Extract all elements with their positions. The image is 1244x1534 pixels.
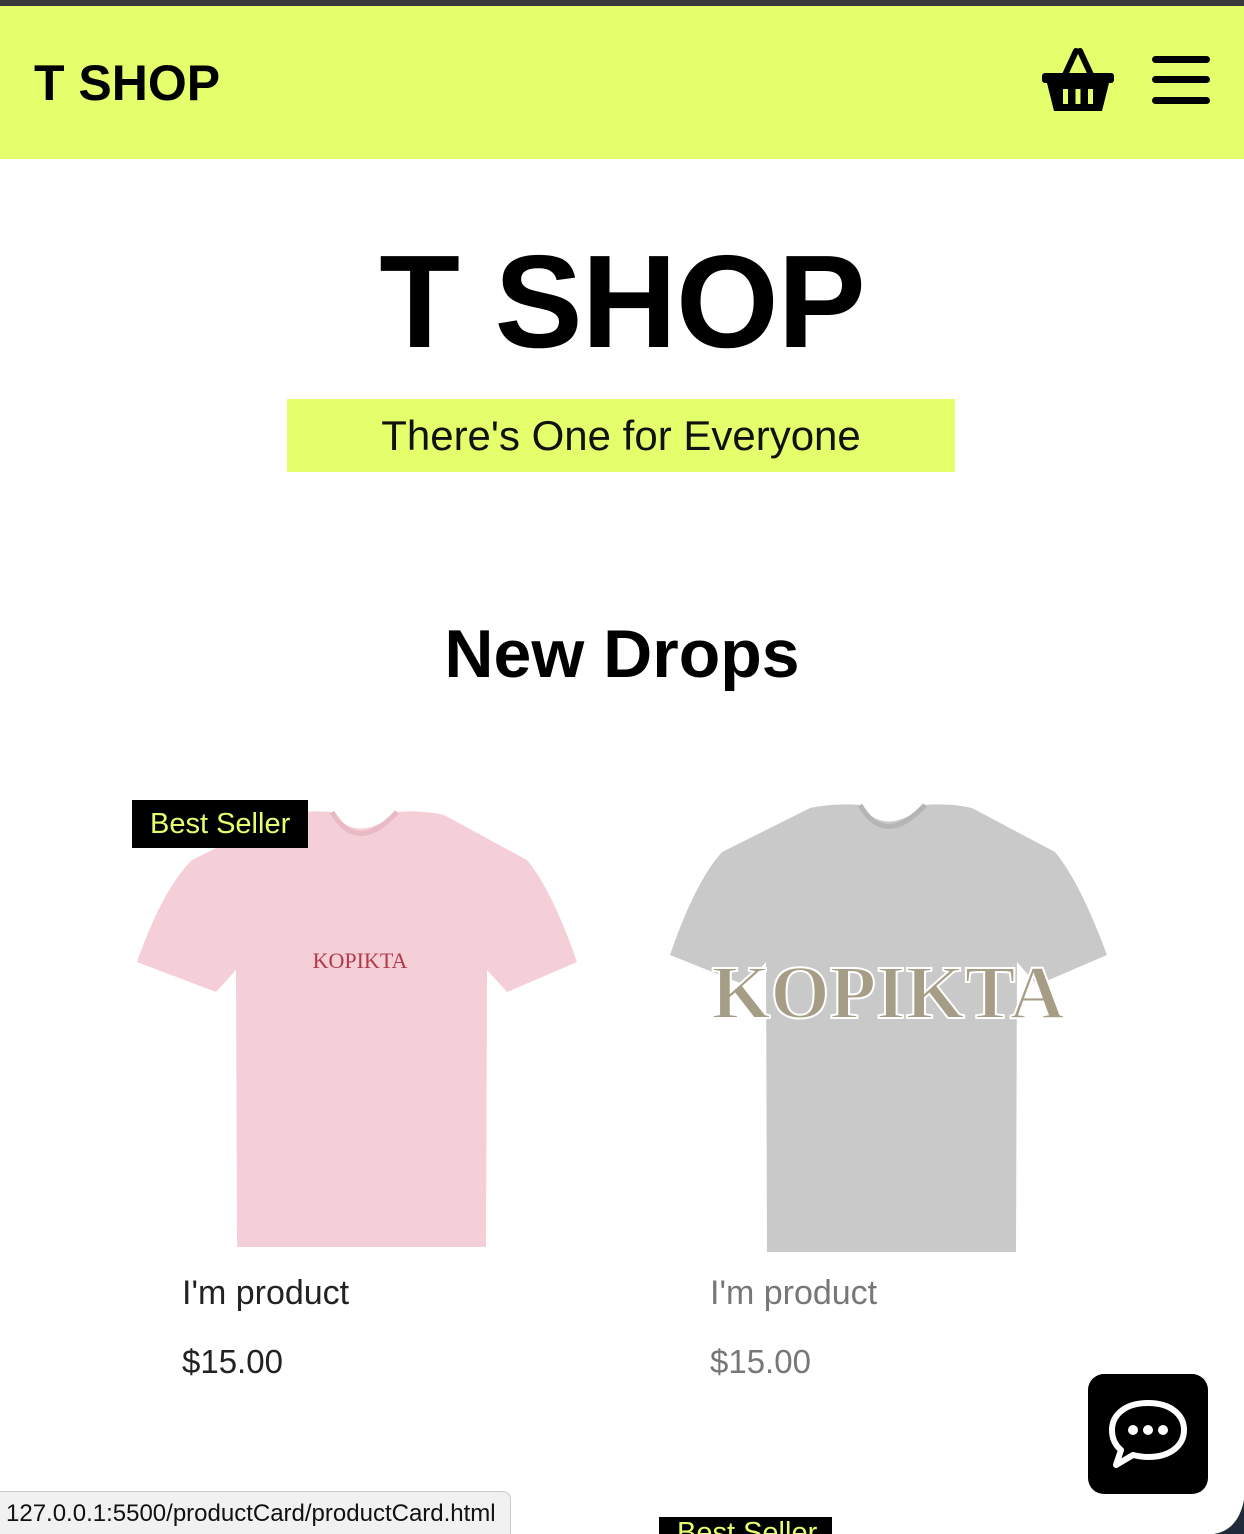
product-image-grey-tshirt[interactable]: KOPIKTA	[660, 800, 1110, 1255]
navbar: T SHOP	[0, 6, 1244, 159]
basket-icon[interactable]	[1042, 47, 1114, 118]
best-seller-badge: Best Seller	[659, 1517, 832, 1534]
status-bar-url: 127.0.0.1:5500/productCard/productCard.h…	[0, 1491, 511, 1534]
section-title-new-drops: New Drops	[444, 616, 800, 692]
nav-icons	[1042, 47, 1210, 118]
hero-title: T SHOP	[379, 228, 865, 375]
chat-bubble-icon	[1109, 1400, 1187, 1468]
product-card[interactable]: KOPIKTA I'm product $15.00	[660, 800, 1110, 1380]
chat-button[interactable]	[1088, 1374, 1208, 1494]
hero-tagline: There's One for Everyone	[287, 399, 955, 472]
best-seller-badge: Best Seller	[132, 800, 309, 848]
brand-logo[interactable]: T SHOP	[34, 54, 220, 112]
product-name[interactable]: I'm product	[710, 1274, 877, 1313]
product-print-text: KOPIKTA	[313, 948, 408, 973]
hero: T SHOP	[0, 232, 1244, 372]
product-price: $15.00	[182, 1343, 283, 1380]
product-name[interactable]: I'm product	[182, 1274, 349, 1313]
product-image-pink-tshirt[interactable]: KOPIKTA	[132, 800, 582, 1255]
product-print-text: KOPIKTA	[711, 951, 1064, 1035]
window-corner	[1214, 1500, 1244, 1534]
product-card[interactable]: KOPIKTA Best Seller I'm product $15.00	[132, 800, 582, 1380]
hamburger-menu-icon[interactable]	[1152, 54, 1210, 111]
product-price: $15.00	[710, 1343, 811, 1380]
